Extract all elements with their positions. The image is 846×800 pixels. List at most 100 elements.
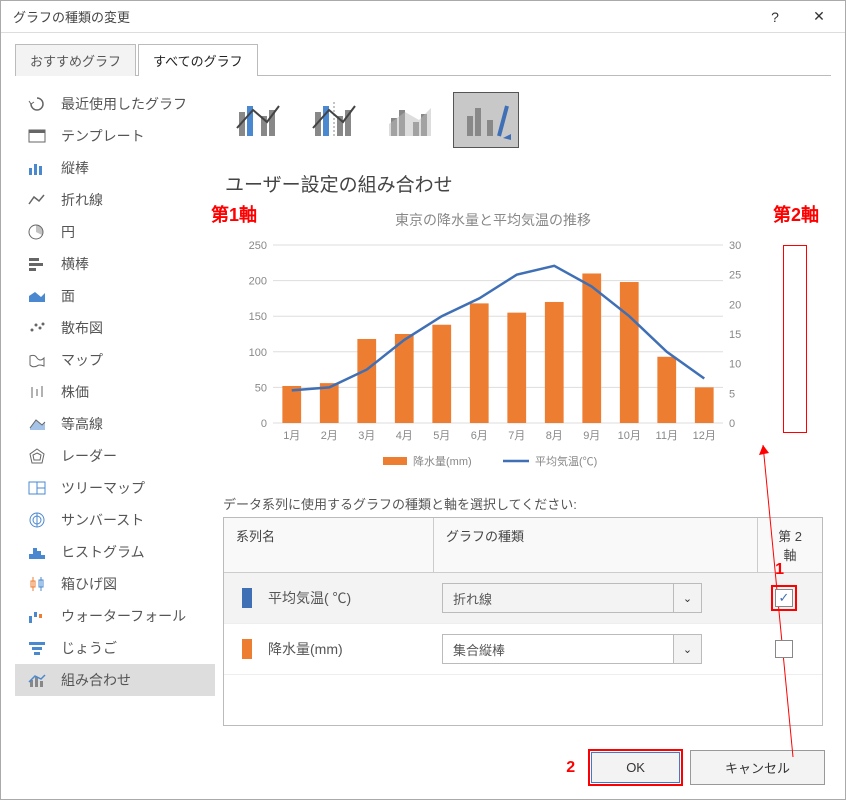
annotation-1: 1 bbox=[775, 561, 784, 579]
svg-text:15: 15 bbox=[729, 329, 741, 341]
help-button[interactable]: ? bbox=[753, 2, 797, 32]
close-button[interactable]: ✕ bbox=[797, 2, 841, 32]
scatter-chart-icon bbox=[25, 318, 49, 338]
sidebar-item-waterfall[interactable]: ウォーターフォール bbox=[15, 600, 215, 632]
svg-text:5: 5 bbox=[729, 388, 735, 400]
chart-type-select[interactable]: 折れ線 ⌄ bbox=[442, 583, 702, 613]
column-chart-icon bbox=[25, 158, 49, 178]
sidebar-item-histogram[interactable]: ヒストグラム bbox=[15, 536, 215, 568]
tab-all[interactable]: すべてのグラフ bbox=[138, 44, 258, 76]
svg-text:東京の降水量と平均気温の推移: 東京の降水量と平均気温の推移 bbox=[395, 212, 591, 228]
surface-chart-icon bbox=[25, 414, 49, 434]
sidebar-item-history[interactable]: 最近使用したグラフ bbox=[15, 88, 215, 120]
svg-text:150: 150 bbox=[249, 311, 267, 323]
stock-chart-icon bbox=[25, 382, 49, 402]
svg-text:20: 20 bbox=[729, 299, 741, 311]
sidebar-item-map-chart[interactable]: マップ bbox=[15, 344, 215, 376]
series-grid: 系列名 グラフの種類 第 2 軸 平均気温( ℃) 折れ線 ⌄ bbox=[223, 517, 823, 726]
red-outline-2 bbox=[588, 749, 683, 786]
svg-text:1月: 1月 bbox=[283, 430, 300, 442]
sidebar-item-line-chart[interactable]: 折れ線 bbox=[15, 184, 215, 216]
sidebar-item-column-chart[interactable]: 縦棒 bbox=[15, 152, 215, 184]
svg-text:10: 10 bbox=[729, 359, 741, 371]
sidebar-item-bar-chart[interactable]: 横棒 bbox=[15, 248, 215, 280]
chart-type-select[interactable]: 集合縦棒 ⌄ bbox=[442, 634, 702, 664]
boxplot-icon bbox=[25, 574, 49, 594]
sunburst-icon bbox=[25, 510, 49, 530]
svg-text:30: 30 bbox=[729, 240, 741, 252]
radar-chart-icon bbox=[25, 446, 49, 466]
svg-text:12月: 12月 bbox=[693, 430, 716, 442]
svg-text:200: 200 bbox=[249, 276, 267, 288]
svg-text:5月: 5月 bbox=[433, 430, 450, 442]
line-chart-icon bbox=[25, 190, 49, 210]
svg-text:10月: 10月 bbox=[618, 430, 641, 442]
section-title: ユーザー設定の組み合わせ bbox=[223, 164, 823, 209]
svg-text:0: 0 bbox=[261, 418, 267, 430]
annotation-axis1: 第1軸 bbox=[211, 201, 257, 227]
chart-preview: 第1軸 第2軸 東京の降水量と平均気温の推移050100150200250051… bbox=[223, 209, 823, 484]
combo-variants bbox=[223, 88, 823, 164]
sidebar-item-label: 箱ひげ図 bbox=[61, 574, 117, 594]
sidebar-item-sunburst[interactable]: サンバースト bbox=[15, 504, 215, 536]
sidebar-item-label: マップ bbox=[61, 350, 103, 370]
sidebar-item-label: テンプレート bbox=[61, 126, 145, 146]
svg-text:9月: 9月 bbox=[583, 430, 600, 442]
series-name: 降水量(mm) bbox=[268, 639, 442, 659]
col-chart-type: グラフの種類 bbox=[434, 518, 758, 572]
funnel-icon bbox=[25, 638, 49, 658]
sidebar-item-label: ウォーターフォール bbox=[61, 606, 186, 626]
variant-3[interactable] bbox=[377, 92, 443, 148]
titlebar: グラフの種類の変更 ? ✕ bbox=[1, 1, 845, 33]
sidebar-item-surface-chart[interactable]: 等高線 bbox=[15, 408, 215, 440]
svg-text:3月: 3月 bbox=[358, 430, 375, 442]
series-grid-label: データ系列に使用するグラフの種類と軸を選択してください: bbox=[223, 494, 823, 513]
svg-text:250: 250 bbox=[249, 240, 267, 252]
sidebar-item-label: 縦棒 bbox=[61, 158, 89, 178]
tab-recommended[interactable]: おすすめグラフ bbox=[15, 44, 136, 76]
svg-text:平均気温(℃): 平均気温(℃) bbox=[535, 454, 597, 468]
sidebar-item-label: 折れ線 bbox=[61, 190, 103, 210]
sidebar-item-scatter-chart[interactable]: 散布図 bbox=[15, 312, 215, 344]
svg-text:8月: 8月 bbox=[546, 430, 563, 442]
sidebar-item-funnel[interactable]: じょうご bbox=[15, 632, 215, 664]
variant-4-custom[interactable] bbox=[453, 92, 519, 148]
cancel-button[interactable]: キャンセル bbox=[690, 750, 825, 785]
sidebar-item-area-chart[interactable]: 面 bbox=[15, 280, 215, 312]
sidebar-item-template[interactable]: テンプレート bbox=[15, 120, 215, 152]
variant-1[interactable] bbox=[225, 92, 291, 148]
sidebar-item-treemap[interactable]: ツリーマップ bbox=[15, 472, 215, 504]
sidebar-item-label: 散布図 bbox=[61, 318, 103, 338]
sidebar-item-radar-chart[interactable]: レーダー bbox=[15, 440, 215, 472]
variant-2[interactable] bbox=[301, 92, 367, 148]
histogram-icon bbox=[25, 542, 49, 562]
sidebar-item-combo-chart[interactable]: 組み合わせ bbox=[15, 664, 215, 696]
window-title: グラフの種類の変更 bbox=[13, 7, 753, 26]
chevron-down-icon: ⌄ bbox=[673, 635, 701, 663]
map-chart-icon bbox=[25, 350, 49, 370]
tab-strip: おすすめグラフ すべてのグラフ bbox=[15, 43, 831, 76]
sidebar-item-pie-chart[interactable]: 円 bbox=[15, 216, 215, 248]
secondary-axis-checkbox[interactable] bbox=[775, 640, 793, 658]
series-color-swatch bbox=[242, 639, 252, 659]
chevron-down-icon: ⌄ bbox=[673, 584, 701, 612]
svg-text:25: 25 bbox=[729, 270, 741, 282]
red-outline-axis2 bbox=[783, 245, 807, 433]
red-outline-1 bbox=[771, 585, 797, 611]
sidebar-item-label: 組み合わせ bbox=[61, 670, 131, 690]
sidebar-item-label: ヒストグラム bbox=[61, 542, 145, 562]
svg-text:0: 0 bbox=[729, 418, 735, 430]
sidebar-item-boxplot[interactable]: 箱ひげ図 bbox=[15, 568, 215, 600]
svg-text:降水量(mm): 降水量(mm) bbox=[413, 454, 472, 468]
svg-text:7月: 7月 bbox=[508, 430, 525, 442]
sidebar-item-label: ツリーマップ bbox=[61, 478, 145, 498]
annotation-axis2: 第2軸 bbox=[773, 201, 819, 227]
sidebar-item-label: 株価 bbox=[61, 382, 89, 402]
sidebar-item-stock-chart[interactable]: 株価 bbox=[15, 376, 215, 408]
col-series-name: 系列名 bbox=[224, 518, 434, 572]
svg-text:100: 100 bbox=[249, 347, 267, 359]
svg-text:11月: 11月 bbox=[656, 430, 678, 442]
sidebar-item-label: 等高線 bbox=[61, 414, 103, 434]
template-icon bbox=[25, 126, 49, 146]
sidebar-item-label: 最近使用したグラフ bbox=[61, 94, 187, 114]
